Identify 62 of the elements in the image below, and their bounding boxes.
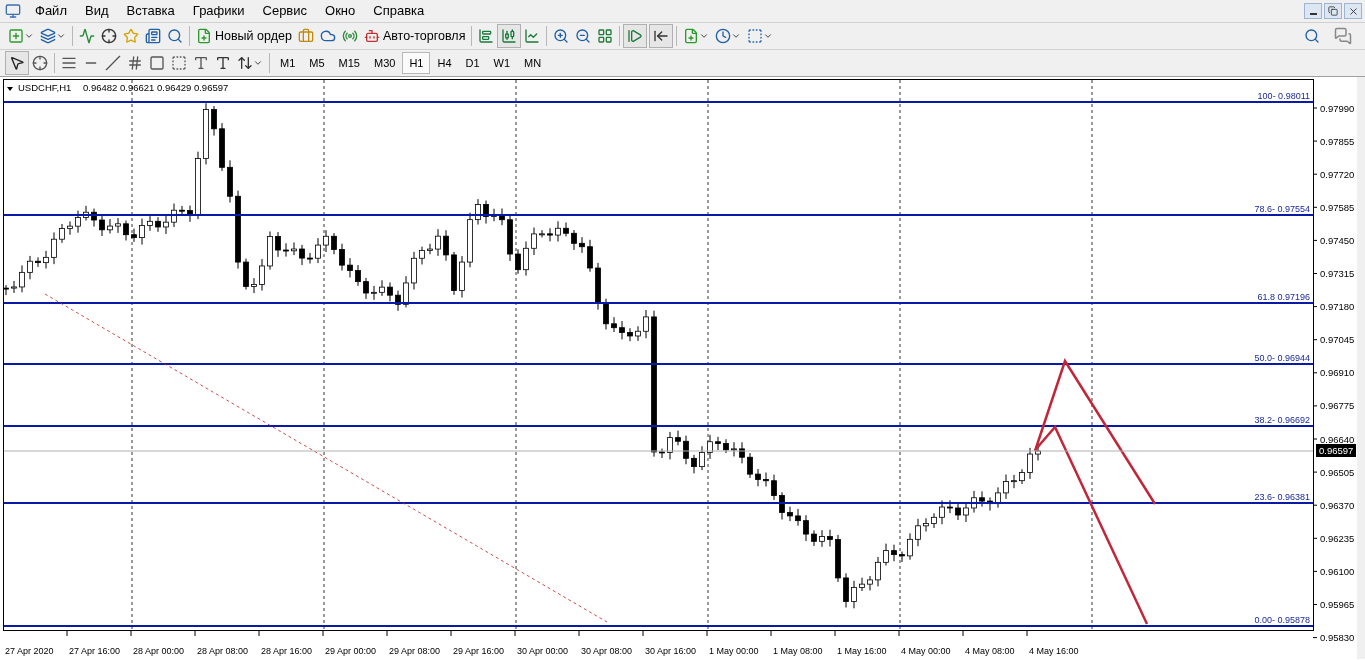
menu-item[interactable]: Графики bbox=[183, 1, 254, 21]
time-axis-label: 4 May 16:00 bbox=[1029, 646, 1079, 656]
menu-item[interactable]: Сервис bbox=[253, 1, 317, 21]
time-axis-label: 4 May 08:00 bbox=[965, 646, 1015, 656]
fibonacci-level-label: 50.0- 0.96944 bbox=[1254, 353, 1310, 363]
time-axis-label: 30 Apr 08:00 bbox=[581, 646, 633, 656]
time-axis-label: 30 Apr 16:00 bbox=[645, 646, 697, 656]
menu-item[interactable]: Вид bbox=[75, 1, 118, 21]
time-axis-label: 1 May 08:00 bbox=[773, 646, 823, 656]
time-axis-label: 29 Apr 08:00 bbox=[389, 646, 441, 656]
menu-item[interactable]: Справка bbox=[364, 1, 434, 21]
price-axis-label: 0.97180 bbox=[1320, 301, 1355, 313]
price-axis-label: 0.96775 bbox=[1320, 400, 1355, 412]
timeframe-tab[interactable]: H4 bbox=[430, 52, 459, 74]
time-axis-label: 4 May 00:00 bbox=[901, 646, 951, 656]
price-axis-label: 0.95830 bbox=[1320, 632, 1355, 644]
auto-trading-button[interactable]: Авто-торговля bbox=[360, 25, 469, 47]
timeframe-tab[interactable]: M30 bbox=[366, 52, 403, 74]
time-axis-label: 30 Apr 00:00 bbox=[517, 646, 569, 656]
fibonacci-level-label: 38.2- 0.96692 bbox=[1254, 415, 1310, 425]
price-axis-label: 0.97045 bbox=[1320, 334, 1355, 346]
time-axis-label: 27 Apr 16:00 bbox=[69, 646, 121, 656]
time-axis-label: 1 May 00:00 bbox=[709, 646, 759, 656]
time-axis-label: 29 Apr 16:00 bbox=[453, 646, 505, 656]
price-axis-label: 0.96640 bbox=[1320, 433, 1355, 445]
price-axis-label: 0.97855 bbox=[1320, 135, 1355, 147]
time-axis-label: 28 Apr 08:00 bbox=[197, 646, 249, 656]
timeframe-tab[interactable]: D1 bbox=[458, 52, 487, 74]
timeframe-tab[interactable]: W1 bbox=[486, 52, 518, 74]
price-axis-label: 0.96910 bbox=[1320, 367, 1355, 379]
price-axis-label: 0.97450 bbox=[1320, 234, 1355, 246]
menu-item[interactable]: Вставка bbox=[117, 1, 184, 21]
timeframe-tab[interactable]: M15 bbox=[331, 52, 367, 74]
price-axis-label: 0.97990 bbox=[1320, 102, 1355, 114]
price-axis-label: 0.97585 bbox=[1320, 201, 1355, 213]
time-axis-label: 28 Apr 16:00 bbox=[261, 646, 313, 656]
price-axis-label: 0.95965 bbox=[1320, 599, 1355, 610]
fibonacci-level-label: 23.6- 0.96381 bbox=[1254, 492, 1310, 502]
time-axis-label: 1 May 16:00 bbox=[837, 646, 887, 656]
timeframe-tab[interactable]: H1 bbox=[402, 52, 431, 74]
time-axis-label: 29 Apr 00:00 bbox=[325, 646, 377, 656]
timeframe-tab[interactable]: M1 bbox=[273, 52, 303, 74]
price-axis-label: 0.97315 bbox=[1320, 268, 1355, 279]
time-axis-label: 28 Apr 00:00 bbox=[133, 646, 185, 656]
price-axis-label: 0.96100 bbox=[1320, 565, 1355, 577]
price-axis-label: 0.96235 bbox=[1320, 532, 1355, 544]
new-order-button[interactable]: Новый ордер bbox=[193, 25, 295, 47]
fibonacci-level-label: 0.00- 0.95878 bbox=[1254, 615, 1310, 625]
fibonacci-level-label: 100- 0.98011 bbox=[1257, 91, 1310, 101]
chart-symbol: USDCHF,H1 bbox=[18, 82, 72, 93]
timeframe-tab[interactable]: MN bbox=[517, 52, 549, 74]
price-axis-label: 0.96505 bbox=[1320, 466, 1355, 478]
current-price-label: 0.96597 bbox=[1316, 444, 1357, 457]
timeframe-tab[interactable]: M5 bbox=[302, 52, 332, 74]
menu-item[interactable]: Файл bbox=[26, 1, 76, 21]
ohlc-values: 0.96482 0.96621 0.96429 0.96597 bbox=[83, 82, 229, 93]
price-axis-label: 0.97720 bbox=[1320, 168, 1355, 180]
time-axis-label: 27 Apr 2020 bbox=[5, 646, 54, 656]
menu-item[interactable]: Окно bbox=[316, 1, 365, 21]
price-axis-label: 0.96370 bbox=[1320, 499, 1355, 511]
fibonacci-level-label: 78.6- 0.97554 bbox=[1254, 204, 1310, 214]
fibonacci-level-label: 61.8 0.97196 bbox=[1257, 292, 1310, 302]
